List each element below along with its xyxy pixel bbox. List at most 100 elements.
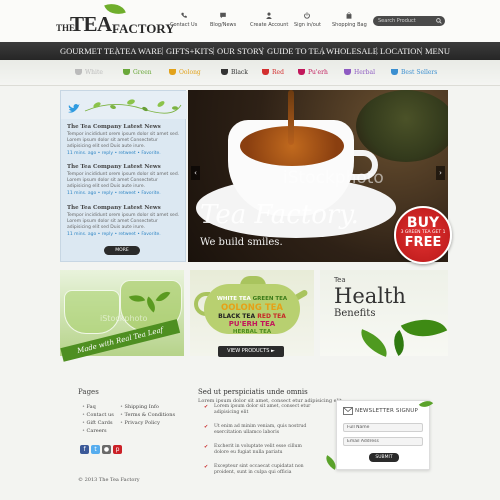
tea-type-label: White — [85, 69, 103, 76]
phone-icon — [180, 12, 187, 18]
tweet-text: Tempor incididunt orem ipsum dolor sit a… — [67, 132, 180, 149]
tea-type-label: Best Sellers — [401, 69, 438, 76]
tea-line-oolong: OOLONG TEA — [220, 303, 284, 313]
footer-link-careers[interactable]: Careers — [82, 428, 107, 434]
site-header: THE TEA FACTORY Contact Us Blog/News Cre… — [0, 0, 500, 42]
chat-icon — [220, 12, 226, 19]
nav-gourmet-tea[interactable]: GOURMET TEA — [60, 46, 120, 56]
tea-type-label: Oolong — [179, 69, 201, 76]
tea-varieties-promo: WHITE TEA GREEN TEA OOLONG TEA BLACK TEA… — [190, 270, 314, 357]
footer-link-faq[interactable]: Faq — [82, 404, 96, 410]
search-box — [373, 16, 445, 26]
nav-guide-to-tea[interactable]: GUIDE TO TEA — [267, 46, 325, 56]
footer-link-contact[interactable]: Contact us — [82, 412, 114, 418]
flickr-icon[interactable]: ● — [102, 445, 111, 454]
checkmark-icon: ✔ — [204, 404, 209, 410]
health-promo-subtitle: Benefits — [334, 308, 376, 319]
more-button[interactable]: MORE — [104, 246, 140, 255]
email-input[interactable] — [343, 437, 423, 446]
contact-us-link[interactable]: Contact Us — [170, 12, 197, 28]
tweet-meta[interactable]: 11 mins. ago • reply • retweet • Favorit… — [67, 232, 183, 237]
tea-line-text: GREEN TEA — [252, 296, 288, 302]
tea-type-best-sellers[interactable]: Best Sellers — [391, 69, 437, 76]
tea-line-white-green: WHITE TEA GREEN TEA — [190, 296, 314, 302]
tea-pour-image — [288, 90, 294, 145]
search-icon[interactable] — [436, 18, 442, 24]
twitter-bird-icon — [68, 104, 80, 113]
glass-teacup-image — [64, 290, 120, 334]
shopping-bag-label: Shopping Bag — [332, 22, 367, 28]
leaf-vine-decoration — [84, 99, 182, 114]
tea-line-puerh: PU'ERH TEA — [228, 320, 276, 328]
tea-type-label: Green — [133, 69, 152, 76]
pinterest-icon[interactable]: p — [113, 445, 122, 454]
tea-type-label: Black — [231, 69, 248, 76]
teacup-icon — [169, 69, 176, 75]
twitter-panel-header — [61, 91, 187, 119]
search-input[interactable] — [378, 17, 432, 25]
tea-type-green[interactable]: Green — [123, 69, 152, 76]
view-products-button[interactable]: VIEW PRODUCTS ► — [218, 346, 284, 357]
feature-text: Ut enim ad minim veniam, quis nostrud ex… — [214, 424, 307, 435]
nav-divider — [162, 47, 163, 55]
envelope-icon — [343, 407, 353, 415]
nav-divider — [322, 47, 323, 55]
tea-type-oolong[interactable]: Oolong — [169, 69, 201, 76]
health-benefits-promo[interactable]: Tea Health Benefits — [320, 270, 448, 357]
nav-divider — [116, 47, 117, 55]
tweet-meta[interactable]: 11 mins. ago • reply • retweet • Favorit… — [67, 151, 183, 156]
tea-type-white[interactable]: White — [75, 69, 103, 76]
tea-line-herbal: HERBAL TEA — [232, 329, 272, 335]
leaf-icon — [387, 329, 411, 357]
create-account-link[interactable]: Create Account — [250, 12, 288, 28]
full-name-input[interactable] — [343, 423, 423, 432]
slider-next-button[interactable]: › — [436, 166, 445, 180]
sign-in-out-label: Sign in/out — [294, 22, 321, 28]
tweet-text: Tempor incididunt orem ipsum dolor sit a… — [67, 213, 180, 230]
promo-watermark: iStockphoto — [100, 314, 148, 323]
footer-link-terms[interactable]: Terms & Conditions — [120, 412, 176, 418]
teacup-icon — [344, 69, 351, 75]
nav-our-story[interactable]: OUR STORY — [217, 46, 264, 56]
health-promo-title: Health — [334, 284, 406, 308]
checkmark-icon: ✔ — [204, 424, 209, 430]
tea-type-puerh[interactable]: Pu'erh — [298, 69, 328, 76]
hero-watermark: iStockphoto — [283, 168, 384, 188]
footer-link-privacy[interactable]: Privacy Policy — [120, 420, 160, 426]
tweet-title: The Tea Company Latest News — [67, 164, 161, 170]
hero-subtitle: We build smiles. — [200, 237, 283, 248]
nav-divider — [213, 47, 214, 55]
submit-button[interactable]: SUBMIT — [369, 453, 399, 462]
tea-type-black[interactable]: Black — [221, 69, 248, 76]
health-promo-tea-label: Tea — [334, 276, 346, 284]
nav-gifts-kits[interactable]: GIFTS+KITS — [166, 46, 213, 56]
tea-type-herbal[interactable]: Herbal — [344, 69, 375, 76]
tweet-item: The Tea Company Latest News Tempor incid… — [67, 164, 183, 196]
blog-news-link[interactable]: Blog/News — [210, 12, 236, 28]
tea-type-nav: White Green Oolong Black Red Pu'erh Herb… — [0, 60, 500, 86]
blog-news-label: Blog/News — [210, 22, 237, 28]
tea-type-red[interactable]: Red — [262, 69, 284, 76]
shopping-bag-link[interactable]: Shopping Bag — [332, 12, 367, 28]
feature-text: Lorem ipsum dolor sit amet, consect etur… — [214, 404, 311, 415]
footer-middle-title: Sed ut perspiciatis unde omnis — [198, 388, 308, 396]
newsletter-title: NEWSLETTER SIGNUP — [355, 408, 418, 414]
hero-title: Tea Factory. — [200, 200, 359, 230]
tweet-meta[interactable]: 11 mins. ago • reply • retweet • Favorit… — [67, 191, 183, 196]
twitter-icon[interactable]: t — [91, 445, 100, 454]
nav-location[interactable]: LOCATION — [380, 46, 423, 56]
nav-tea-ware[interactable]: TEA WARE — [120, 46, 162, 56]
sign-in-out-link[interactable]: Sign in/out — [294, 12, 321, 28]
footer-link-gift-cards[interactable]: Gift Cards — [82, 420, 113, 426]
promo-badge[interactable]: BUY 3 GREEN TEA GET 1 FREE — [394, 206, 452, 264]
teacup-icon — [262, 69, 269, 75]
bag-icon — [346, 12, 352, 19]
slider-prev-button[interactable]: ‹ — [191, 166, 200, 180]
nav-wholesale[interactable]: WHOLESALE — [326, 46, 378, 56]
nav-menu[interactable]: MENU — [425, 46, 450, 56]
badge-line-free: FREE — [404, 235, 442, 250]
footer-link-shipping[interactable]: Shipping Info — [120, 404, 159, 410]
tea-line-text: WHITE TEA — [216, 296, 251, 302]
power-icon — [304, 12, 311, 19]
facebook-icon[interactable]: f — [80, 445, 89, 454]
